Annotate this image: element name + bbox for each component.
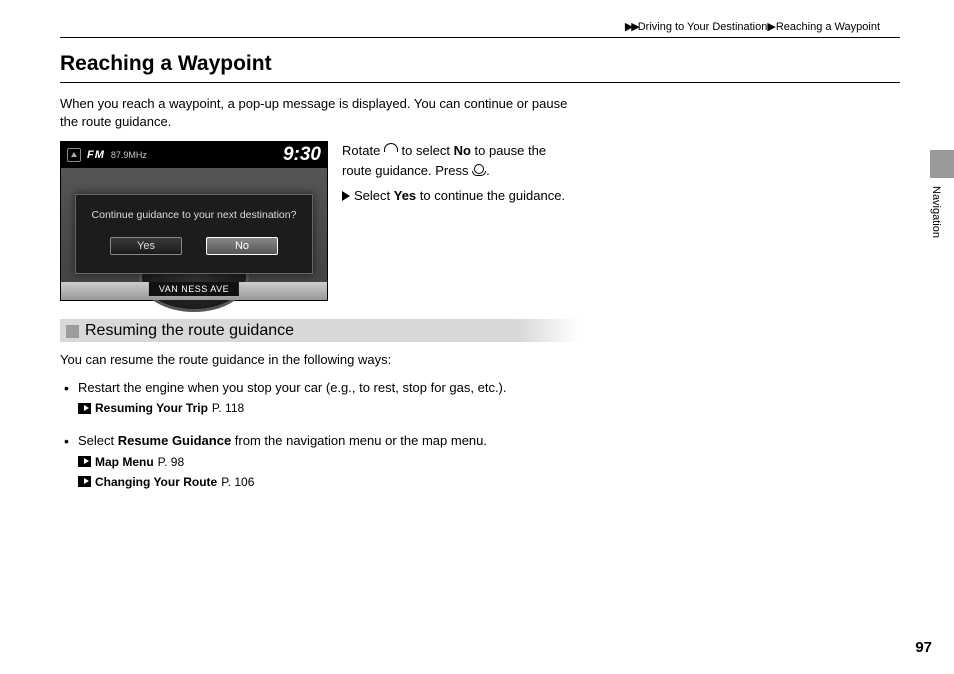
side-tab: Navigation bbox=[930, 150, 954, 242]
home-icon bbox=[67, 148, 81, 162]
xref-icon bbox=[78, 476, 91, 487]
page-number: 97 bbox=[915, 639, 932, 656]
xref-icon bbox=[78, 403, 91, 414]
top-rule bbox=[60, 37, 900, 38]
xref-page: P. 98 bbox=[158, 453, 184, 471]
rotate-icon bbox=[384, 143, 398, 157]
bullet-list: Restart the engine when you stop your ca… bbox=[60, 378, 900, 491]
xref: Map Menu P. 98 bbox=[78, 453, 900, 471]
screenshot-dialog: Continue guidance to your next destinati… bbox=[75, 194, 313, 274]
triangle-icon bbox=[342, 191, 350, 201]
clock: 9:30 bbox=[283, 144, 321, 166]
side-tab-marker bbox=[930, 150, 954, 178]
bullet-text-2a: Select bbox=[78, 433, 118, 448]
bullet-text-2b: from the navigation menu or the map menu… bbox=[231, 433, 487, 448]
xref-label: Resuming Your Trip bbox=[95, 399, 208, 417]
bullet-text-2-bold: Resume Guidance bbox=[118, 433, 231, 448]
instr2-a: Select bbox=[354, 188, 394, 203]
xref-icon bbox=[78, 456, 91, 467]
breadcrumb-level2: Reaching a Waypoint bbox=[776, 21, 880, 33]
device-screenshot: FM 87.9MHz 9:30 Continue guidance to you… bbox=[60, 141, 328, 301]
press-icon bbox=[472, 163, 486, 177]
instr1-no: No bbox=[454, 143, 471, 158]
breadcrumb-level1: Driving to Your Destination bbox=[638, 21, 768, 33]
xref-label: Map Menu bbox=[95, 453, 154, 471]
instr1-d: . bbox=[486, 163, 490, 178]
page-title: Reaching a Waypoint bbox=[60, 52, 900, 83]
instr2-yes: Yes bbox=[394, 188, 416, 203]
list-item: Restart the engine when you stop your ca… bbox=[60, 378, 900, 418]
instr1-a: Rotate bbox=[342, 143, 384, 158]
breadcrumb-sep: ▶ bbox=[767, 21, 775, 33]
screenshot-street-name: VAN NESS AVE bbox=[149, 282, 239, 296]
instructions: Rotate to select No to pause the route g… bbox=[342, 141, 572, 206]
breadcrumb-arrows: ▶▶ bbox=[625, 21, 638, 33]
xref-page: P. 118 bbox=[212, 399, 244, 417]
xref: Resuming Your Trip P. 118 bbox=[78, 399, 900, 417]
bullet-text-1: Restart the engine when you stop your ca… bbox=[78, 380, 507, 395]
xref-label: Changing Your Route bbox=[95, 473, 217, 491]
square-bullet-icon bbox=[66, 325, 79, 338]
dialog-yes-button: Yes bbox=[110, 237, 182, 255]
list-item: Select Resume Guidance from the navigati… bbox=[60, 431, 900, 491]
screenshot-statusbar: FM 87.9MHz 9:30 bbox=[61, 142, 327, 168]
subheading-text: Resuming the route guidance bbox=[85, 322, 294, 340]
dialog-no-button: No bbox=[206, 237, 278, 255]
intro-paragraph: When you reach a waypoint, a pop-up mess… bbox=[60, 95, 580, 131]
instr2-b: to continue the guidance. bbox=[416, 188, 565, 203]
side-tab-label: Navigation bbox=[930, 178, 942, 240]
radio-band: FM bbox=[87, 149, 105, 161]
subheading: Resuming the route guidance bbox=[60, 319, 580, 342]
instr1-b: to select bbox=[398, 143, 454, 158]
dialog-message: Continue guidance to your next destinati… bbox=[76, 195, 312, 221]
xref: Changing Your Route P. 106 bbox=[78, 473, 900, 491]
radio-freq: 87.9MHz bbox=[111, 150, 147, 160]
xref-page: P. 106 bbox=[221, 473, 254, 491]
resume-intro: You can resume the route guidance in the… bbox=[60, 350, 600, 370]
breadcrumb: ▶▶Driving to Your Destination▶Reaching a… bbox=[60, 20, 900, 37]
